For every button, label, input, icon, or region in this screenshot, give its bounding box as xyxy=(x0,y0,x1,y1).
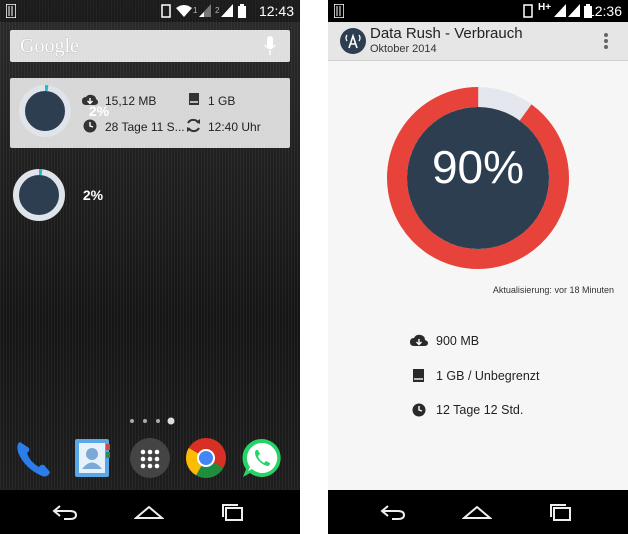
usage-percent: 90% xyxy=(431,141,525,193)
contacts-icon[interactable] xyxy=(70,436,114,480)
battery-icon xyxy=(238,4,246,21)
usage-percent: 2% xyxy=(82,187,104,203)
last-update: 12:40 Uhr xyxy=(208,120,261,134)
status-bar: 1 2 12:43 xyxy=(0,0,300,22)
notification-icon xyxy=(333,3,345,21)
remaining-time: 28 Tage 11 S... xyxy=(105,120,185,134)
navigation-bar xyxy=(328,490,628,534)
app-bar: Data Rush - Verbrauch Oktober 2014 xyxy=(328,22,628,61)
clock: 12:43 xyxy=(258,3,294,19)
used-data: 900 MB xyxy=(436,334,480,348)
signal-icon xyxy=(568,4,580,20)
clock-icon xyxy=(412,403,426,422)
page-indicator xyxy=(128,412,178,430)
navigation-bar xyxy=(0,490,300,534)
signal-icon xyxy=(554,4,566,20)
recents-icon[interactable] xyxy=(546,500,576,524)
google-logo: Google xyxy=(20,35,79,57)
vibrate-icon xyxy=(522,4,534,21)
google-search-bar[interactable]: Google xyxy=(10,30,290,62)
status-bar: H+ 12:36 xyxy=(328,0,628,22)
refresh-icon[interactable] xyxy=(186,118,201,138)
home-icon[interactable] xyxy=(461,500,493,524)
network-type: H+ xyxy=(538,2,552,13)
data-limit: 1 GB / Unbegrenzt xyxy=(436,369,540,383)
back-icon[interactable] xyxy=(50,500,80,524)
wifi-icon xyxy=(176,4,192,20)
signal-icon xyxy=(199,4,211,20)
back-icon[interactable] xyxy=(378,500,408,524)
whatsapp-icon[interactable] xyxy=(240,436,284,480)
app-title: Data Rush - Verbrauch xyxy=(370,25,523,42)
chrome-icon[interactable] xyxy=(184,436,228,480)
update-label: Aktualisierung: xyxy=(492,285,552,295)
clock: 12:36 xyxy=(586,3,622,19)
used-data: 15,12 MB xyxy=(105,94,157,108)
update-value: vor 18 Minuten xyxy=(554,285,614,295)
sim-card-icon xyxy=(188,92,200,111)
sim2-label: 2 xyxy=(215,6,220,15)
home-icon[interactable] xyxy=(133,500,165,524)
app-drawer-icon[interactable] xyxy=(128,436,172,480)
update-status: Aktualisierung: vor 18 Minuten xyxy=(493,285,614,295)
home-screen: 1 2 12:43 Google 2% 15,12 MB 1 GB 28 Tag… xyxy=(0,0,300,534)
clock-icon xyxy=(83,119,97,138)
cloud-download-icon xyxy=(82,93,98,111)
phone-icon[interactable] xyxy=(12,436,56,480)
cloud-download-icon xyxy=(410,334,428,352)
app-subtitle: Oktober 2014 xyxy=(370,43,437,55)
recents-icon[interactable] xyxy=(218,500,248,524)
overflow-menu-icon[interactable] xyxy=(604,32,608,55)
notification-icon xyxy=(5,3,17,21)
data-rush-logo-icon[interactable] xyxy=(340,28,366,54)
microphone-icon[interactable] xyxy=(264,36,276,61)
signal-icon xyxy=(221,4,233,20)
usage-ring: 2% xyxy=(18,84,109,138)
small-usage-widget[interactable]: 2% xyxy=(12,168,103,222)
sim-card-icon xyxy=(412,368,425,388)
sim1-label: 1 xyxy=(193,6,198,15)
data-rush-app-screen: H+ 12:36 Data Rush - Verbrauch Oktober 2… xyxy=(328,0,628,534)
data-limit: 1 GB xyxy=(208,94,236,108)
remaining-time: 12 Tage 12 Std. xyxy=(436,403,524,417)
vibrate-icon xyxy=(160,4,172,21)
data-usage-widget[interactable]: 2% 15,12 MB 1 GB 28 Tage 11 S... 12:40 U… xyxy=(10,78,290,148)
